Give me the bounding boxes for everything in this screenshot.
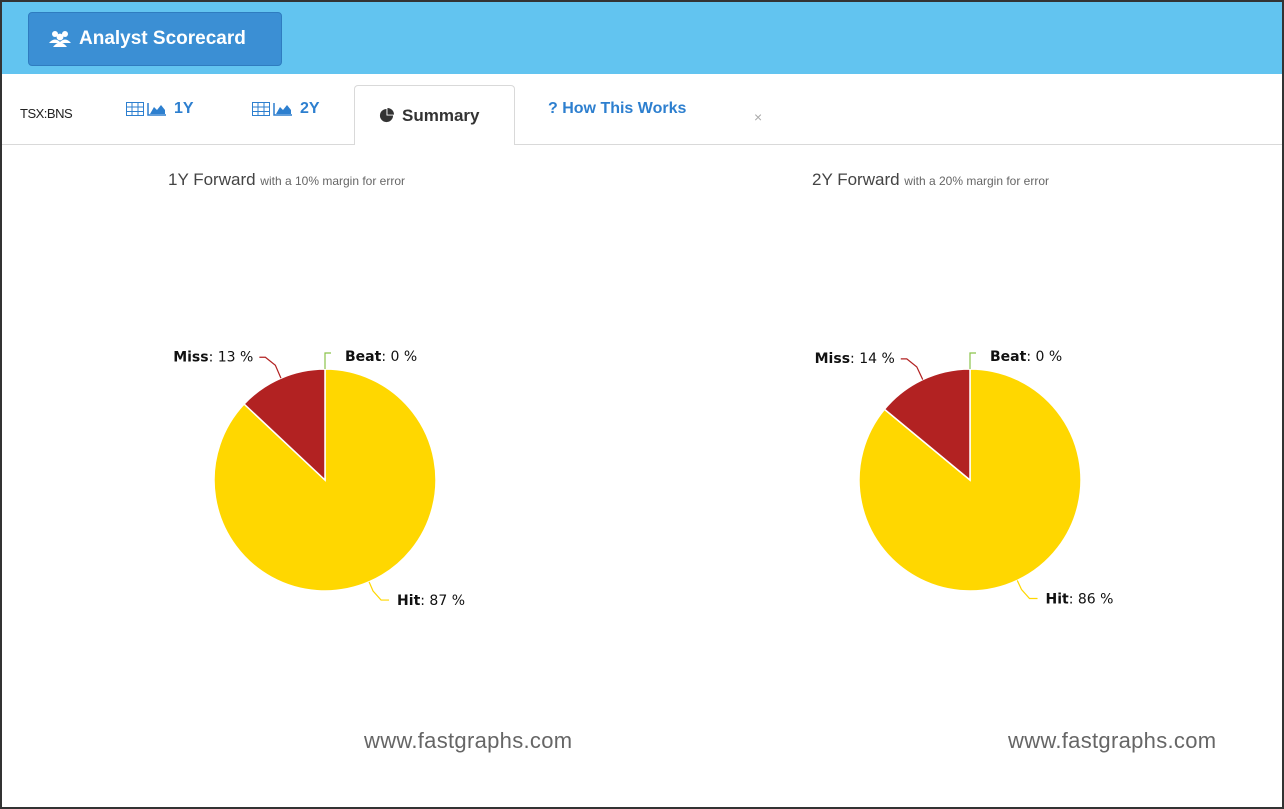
pie-label-hit: Hit: 86 % — [1046, 591, 1114, 607]
label-connector — [969, 352, 976, 369]
label-connector — [324, 352, 331, 369]
label-connector — [259, 356, 282, 379]
label-connector — [900, 358, 924, 380]
pie-chart-2y: Hit: 86 % Miss: 14 % Beat: 0 % — [815, 349, 1114, 607]
pie-label-miss: Miss: 14 % — [815, 351, 895, 367]
pie-label-hit: Hit: 87 % — [397, 593, 465, 609]
watermark: www.fastgraphs.com — [364, 728, 573, 753]
watermark: www.fastgraphs.com — [1008, 728, 1217, 753]
scorecard-panel: Analyst Scorecard TSX:BNS 1Y 2Y Summary … — [0, 0, 1284, 809]
pie-chart-1y: Hit: 87 % Miss: 13 % Beat: 0 % — [173, 349, 465, 609]
pie-label-miss: Miss: 13 % — [173, 349, 253, 365]
pie-label-beat: Beat: 0 % — [345, 349, 417, 365]
pie-label-beat: Beat: 0 % — [990, 349, 1062, 365]
label-connector — [1016, 580, 1038, 600]
label-connector — [368, 581, 390, 601]
